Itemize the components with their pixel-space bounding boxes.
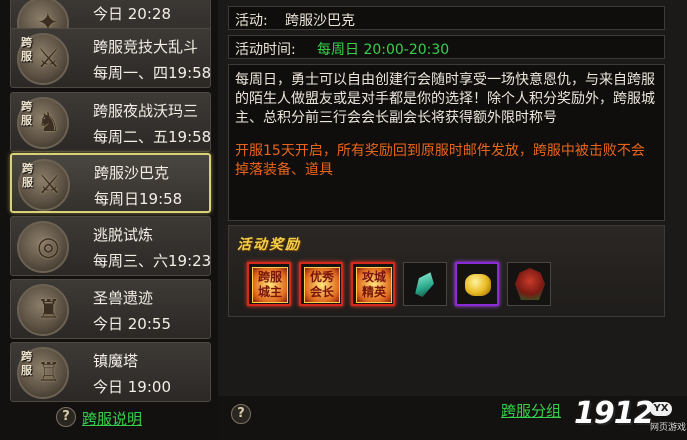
activity-name: 圣兽遗迹	[93, 289, 154, 307]
reward-slot-title-city-lord[interactable]: 跨服城主	[247, 262, 291, 306]
logo-number: 1912	[574, 396, 654, 431]
activity-item-beast-relic[interactable]: ♜ 圣兽遗迹 今日 20:55	[10, 279, 211, 339]
reward-slot-title-excellent-leader[interactable]: 优秀会长	[299, 262, 343, 306]
activity-time-row: 活动时间: 每周日 20:00-20:30	[228, 35, 665, 59]
logo-subtitle: 网页游戏	[650, 423, 687, 433]
question-icon[interactable]: ?	[231, 404, 251, 424]
activity-item-demon-tower[interactable]: ♖ 跨服 镇魔塔 今日 19:00	[10, 342, 211, 402]
cross-server-tag: 跨服	[21, 350, 32, 377]
vortex-icon: ◎	[17, 221, 69, 273]
activity-detail-panel: 活动: 跨服沙巴克 活动时间: 每周日 20:00-20:30 每周日，勇士可以…	[218, 0, 687, 440]
reward-section: 活动奖励 跨服城主 优秀会长 攻城精英	[228, 225, 665, 317]
activity-time: 今日 20:55	[93, 315, 171, 333]
logo-badge: YX	[650, 402, 672, 416]
activity-time: 每周二、五19:58	[93, 128, 212, 146]
activity-time: 今日 19:00	[93, 378, 171, 396]
beast-relic-icon: ♜	[17, 284, 69, 336]
reward-title: 活动奖励	[237, 237, 301, 253]
question-icon[interactable]: ?	[56, 407, 76, 427]
crystal-icon	[412, 269, 437, 299]
activity-time: 每周日19:58	[94, 190, 183, 208]
activity-name: 跨服竞技大乱斗	[93, 38, 199, 56]
title-badge-icon: 优秀会长	[304, 267, 340, 303]
activity-list: ✦ 今日 20:28 ⚔ 跨服 跨服竞技大乱斗 每周一、四19:58 ♞ 跨服 …	[0, 0, 218, 440]
title-badge-icon: 跨服城主	[252, 267, 288, 303]
reward-slot-mask[interactable]	[507, 262, 551, 306]
activity-name: 跨服夜战沃玛三	[93, 102, 199, 120]
site-logo: 1912 YX 网页游戏	[570, 396, 686, 436]
activity-name: 逃脱试炼	[93, 226, 154, 244]
activity-label: 活动:	[235, 13, 268, 29]
title-badge-icon: 攻城精英	[356, 267, 392, 303]
activity-item-cross-night-woma[interactable]: ♞ 跨服 跨服夜战沃玛三 每周二、五19:58	[10, 92, 211, 152]
cross-server-group-link[interactable]: 跨服分组	[501, 400, 561, 421]
cross-server-tag: 跨服	[21, 100, 32, 127]
activity-name-row: 活动: 跨服沙巴克	[228, 6, 665, 30]
activity-time: 每周三、六19:23	[93, 252, 212, 270]
cross-server-tag: 跨服	[22, 162, 33, 189]
reward-slot-crystal[interactable]	[403, 262, 447, 306]
activity-item-escape-trial[interactable]: ◎ 逃脱试炼 每周三、六19:23	[10, 216, 211, 276]
activity-item-cross-shabake[interactable]: ⚔ 跨服 跨服沙巴克 每周日19:58	[10, 153, 211, 213]
cross-server-help-link[interactable]: 跨服说明	[82, 408, 142, 429]
time-value: 每周日 20:00-20:30	[317, 42, 450, 58]
activity-name: 镇魔塔	[93, 352, 139, 370]
description-box: 每周日，勇士可以自由创建行会随时享受一场快意恩仇，与来自跨服的陌生人做盟友或是对…	[228, 64, 665, 221]
activity-name-value: 跨服沙巴克	[285, 13, 355, 29]
time-label: 活动时间:	[235, 42, 296, 58]
demon-mask-icon	[515, 268, 545, 300]
gold-ingot-icon	[465, 274, 491, 296]
reward-slot-gold[interactable]	[455, 262, 499, 306]
reward-slot-title-siege-elite[interactable]: 攻城精英	[351, 262, 395, 306]
activity-warning: 开服15天开启，所有奖励回到原服时邮件发放，跨服中被击败不会掉落装备、道具	[235, 143, 645, 178]
cross-server-tag: 跨服	[21, 36, 32, 63]
activity-name: 跨服沙巴克	[94, 164, 170, 182]
activity-description: 每周日，勇士可以自由创建行会随时享受一场快意恩仇，与来自跨服的陌生人做盟友或是对…	[235, 72, 655, 126]
activity-time: 今日 20:28	[93, 5, 171, 23]
activity-item-cross-arena[interactable]: ⚔ 跨服 跨服竞技大乱斗 每周一、四19:58	[10, 28, 211, 88]
activity-time: 每周一、四19:58	[93, 64, 212, 82]
